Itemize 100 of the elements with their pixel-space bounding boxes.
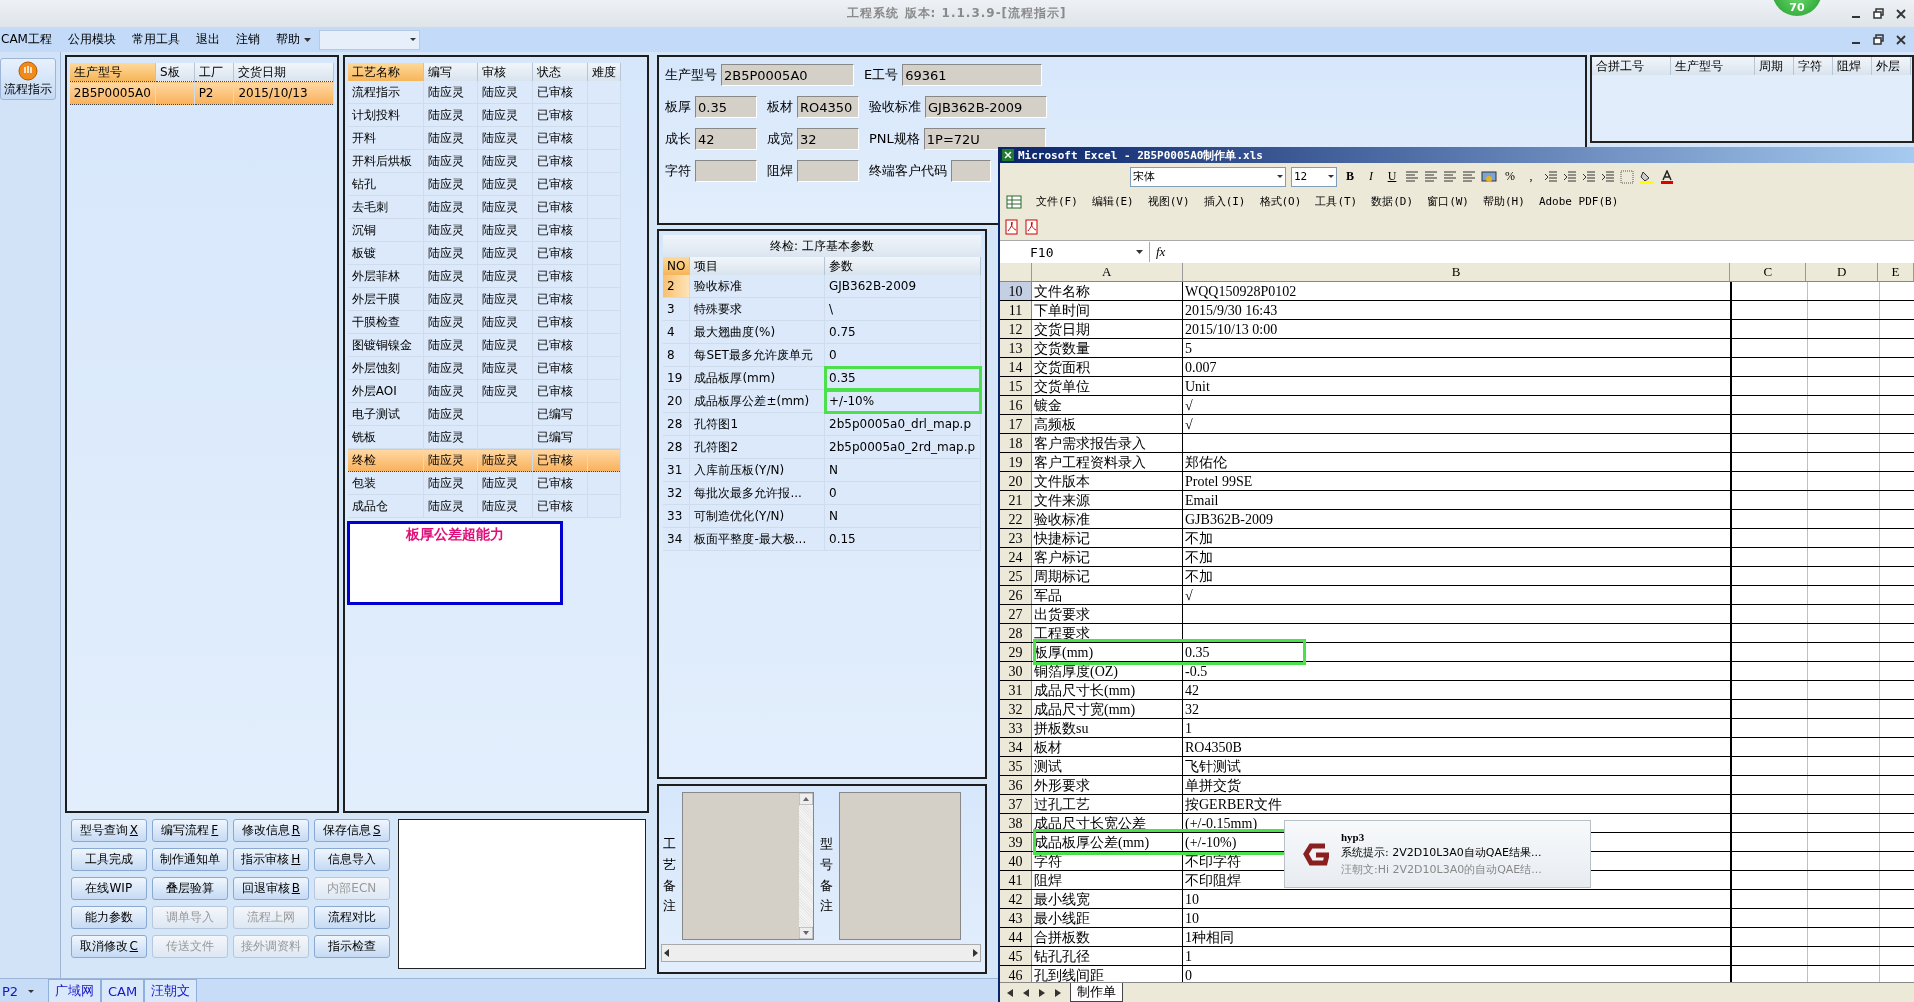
- column-header[interactable]: S板: [155, 63, 195, 82]
- row-number[interactable]: 21: [1000, 491, 1032, 509]
- table-cell[interactable]: 板镀: [347, 241, 424, 265]
- row-number[interactable]: 3: [663, 297, 690, 321]
- table-cell[interactable]: 去毛刺: [347, 195, 424, 219]
- row-number[interactable]: 38: [1000, 814, 1032, 832]
- row-number[interactable]: 18: [1000, 434, 1032, 452]
- action-button[interactable]: 工具完成: [70, 847, 147, 871]
- name-box[interactable]: F10: [1000, 242, 1150, 262]
- table-cell[interactable]: 流程指示: [347, 81, 424, 104]
- column-header[interactable]: B: [1182, 263, 1731, 281]
- column-header[interactable]: 工厂: [194, 63, 234, 82]
- menu-item[interactable]: Adobe PDF(B): [1538, 195, 1619, 208]
- row-number[interactable]: 45: [1000, 947, 1032, 965]
- action-button[interactable]: 取消修改 C: [70, 934, 147, 958]
- row-number[interactable]: 34: [1000, 738, 1032, 756]
- table-cell[interactable]: 钻孔: [347, 172, 424, 196]
- input-field[interactable]: GJB362B-2009: [925, 96, 1047, 118]
- input-field[interactable]: 0.35: [695, 96, 757, 118]
- row-number[interactable]: 39: [1000, 833, 1032, 851]
- row-number[interactable]: 12: [1000, 320, 1032, 338]
- row-number[interactable]: 31: [663, 458, 690, 482]
- menu-item[interactable]: 工具(T): [1315, 194, 1358, 209]
- row-number[interactable]: 33: [663, 504, 690, 528]
- table-cell[interactable]: 外层AOI: [347, 379, 424, 403]
- format-button[interactable]: I: [1363, 169, 1379, 184]
- factory-dropdown[interactable]: P2: [0, 979, 48, 1002]
- action-button[interactable]: 制作通知单: [151, 847, 228, 871]
- table-cell[interactable]: 外层干膜: [347, 287, 424, 311]
- menu-item[interactable]: 窗口(W): [1427, 194, 1469, 209]
- row-number[interactable]: 13: [1000, 339, 1032, 357]
- row-number[interactable]: 41: [1000, 871, 1032, 889]
- table-cell[interactable]: 图镀铜镍金: [347, 333, 424, 357]
- menu-item[interactable]: CAM工程: [0, 31, 60, 48]
- action-button[interactable]: 编写流程 F: [151, 818, 228, 842]
- row-number[interactable]: 29: [1000, 643, 1032, 661]
- action-button[interactable]: 叠层验算: [151, 876, 228, 900]
- row-number[interactable]: 28: [663, 412, 690, 436]
- menu-item[interactable]: 公用模块: [59, 31, 124, 48]
- row-number[interactable]: 2: [663, 275, 690, 298]
- column-header[interactable]: 难度: [587, 63, 621, 81]
- row-number[interactable]: 11: [1000, 301, 1032, 319]
- row-number[interactable]: 8: [663, 343, 690, 367]
- row-number[interactable]: 20: [663, 389, 690, 413]
- table-row[interactable]: 2B5P0005A0 P2 2015/10/13: [69, 81, 334, 105]
- action-button[interactable]: 指示审核 H: [232, 847, 309, 871]
- column-header[interactable]: D: [1806, 263, 1879, 281]
- row-number[interactable]: 46: [1000, 966, 1032, 982]
- row-number[interactable]: 37: [1000, 795, 1032, 813]
- column-header[interactable]: A: [1031, 263, 1183, 281]
- number-format-button[interactable]: %: [1502, 169, 1518, 184]
- table-cell[interactable]: 沉铜: [347, 218, 424, 242]
- row-number[interactable]: 14: [1000, 358, 1032, 376]
- menu-item[interactable]: 格式(O): [1259, 194, 1302, 209]
- column-header[interactable]: 交货日期: [233, 63, 334, 82]
- sheet-tab[interactable]: 制作单: [1070, 983, 1123, 1002]
- table-cell[interactable]: 外层菲林: [347, 264, 424, 288]
- menu-item[interactable]: 常用工具: [123, 31, 188, 48]
- action-button[interactable]: 修改信息 R: [232, 818, 309, 842]
- row-number[interactable]: 40: [1000, 852, 1032, 870]
- column-header[interactable]: 生产型号: [69, 63, 156, 82]
- table-cell[interactable]: 成品仓: [347, 494, 424, 518]
- number-format-button[interactable]: ,: [1523, 169, 1539, 184]
- action-button[interactable]: 回退审核 B: [232, 876, 309, 900]
- row-number[interactable]: 30: [1000, 662, 1032, 680]
- menu-item[interactable]: 插入(I): [1203, 194, 1246, 209]
- menu-item[interactable]: 退出: [187, 31, 228, 48]
- row-number[interactable]: 22: [1000, 510, 1032, 528]
- table-cell[interactable]: 开料后烘板: [347, 149, 424, 173]
- notification-popup[interactable]: hyp3 系统提示: 2V2D10L3A0自动QAE结果... 汪朝文:Hi 2V2D10L3A0的自动QAE结...: [1284, 820, 1591, 888]
- row-number[interactable]: 4: [663, 320, 690, 344]
- function-button[interactable]: fx: [1156, 244, 1166, 260]
- sidebar-button[interactable]: 流程指示: [0, 58, 56, 100]
- row-number[interactable]: 19: [663, 366, 690, 390]
- table-cell[interactable]: 包装: [347, 471, 424, 495]
- input-field[interactable]: 2B5P0005A0: [721, 64, 854, 86]
- column-header[interactable]: NO: [663, 257, 690, 275]
- input-field[interactable]: 42: [695, 128, 757, 150]
- menu-item[interactable]: 帮助(H): [1483, 194, 1525, 209]
- menu-item[interactable]: 注销: [227, 31, 268, 48]
- column-header[interactable]: 外层: [1871, 57, 1911, 75]
- action-button[interactable]: 信息导入: [313, 847, 390, 871]
- table-cell[interactable]: 干膜检查: [347, 310, 424, 334]
- action-button[interactable]: 保存信息 S: [313, 818, 390, 842]
- input-field[interactable]: RO4350: [797, 96, 859, 118]
- row-number[interactable]: 36: [1000, 776, 1032, 794]
- table-cell[interactable]: 电子测试: [347, 402, 424, 426]
- input-field[interactable]: 1P=72U: [923, 128, 1046, 150]
- input-field[interactable]: 32: [797, 128, 859, 150]
- row-number[interactable]: 27: [1000, 605, 1032, 623]
- format-button[interactable]: U: [1384, 169, 1400, 184]
- row-number[interactable]: 25: [1000, 567, 1032, 585]
- font-dropdown[interactable]: 宋体: [1130, 166, 1286, 187]
- action-button[interactable]: 能力参数: [70, 905, 147, 929]
- table-cell[interactable]: 计划投料: [347, 103, 424, 127]
- row-number[interactable]: 17: [1000, 415, 1032, 433]
- row-number[interactable]: 15: [1000, 377, 1032, 395]
- row-number[interactable]: 26: [1000, 586, 1032, 604]
- row-number[interactable]: 33: [1000, 719, 1032, 737]
- row-number[interactable]: 28: [663, 435, 690, 459]
